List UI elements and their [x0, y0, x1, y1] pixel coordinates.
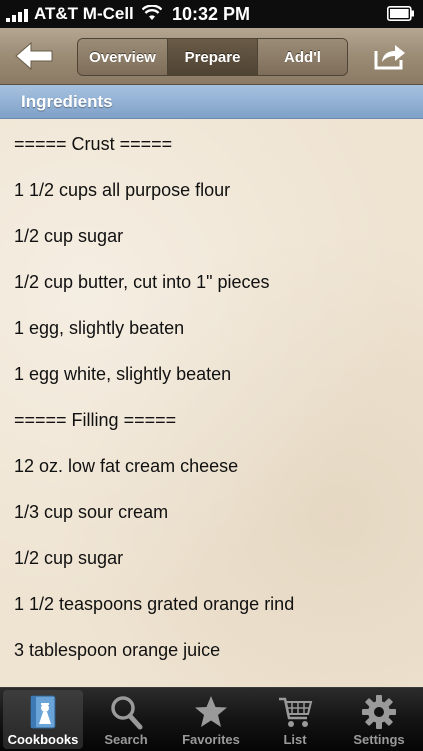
- shopping-cart-icon: [279, 697, 313, 727]
- status-bar: AT&T M-Cell 10:32 PM: [0, 0, 423, 28]
- list-item: 1 egg white, slightly beaten: [14, 364, 232, 384]
- tab-label: Favorites: [182, 732, 240, 747]
- segment-prepare[interactable]: Prepare: [167, 39, 257, 75]
- list-item: ===== Filling =====: [14, 410, 177, 430]
- tab-bar: Cookbooks Search Favorites List Settings: [0, 687, 423, 751]
- tab-label: Cookbooks: [7, 732, 79, 747]
- navigation-bar: Overview Prepare Add'l: [0, 28, 423, 85]
- list-item: 1 1/2 cups all purpose flour: [14, 180, 231, 200]
- status-time: 10:32 PM: [172, 4, 251, 24]
- tab-label: List: [283, 732, 307, 747]
- list-item: 1 egg, slightly beaten: [14, 318, 185, 338]
- back-arrow-icon[interactable]: [14, 41, 54, 71]
- list-item: 12 oz. low fat cream cheese: [14, 456, 239, 476]
- list-item: 1/3 cup sour cream: [14, 502, 169, 522]
- list-item: 3 tablespoon orange juice: [14, 640, 221, 660]
- cookbook-icon: [30, 695, 56, 729]
- carrier-name: AT&T M-Cell: [34, 4, 134, 23]
- gear-icon: [362, 695, 396, 729]
- battery-icon: [387, 6, 414, 21]
- star-icon: [195, 696, 227, 727]
- list-item: 1/2 cup sugar: [14, 548, 124, 568]
- segment-additional[interactable]: Add'l: [257, 39, 347, 75]
- list-item: ===== Crust =====: [14, 134, 173, 154]
- list-item: 1/2 cup sugar: [14, 226, 124, 246]
- section-header-ingredients: Ingredients: [0, 85, 423, 119]
- ingredients-list[interactable]: ===== Crust ===== 1 1/2 cups all purpose…: [0, 119, 423, 687]
- wifi-icon: [142, 5, 162, 20]
- tab-search[interactable]: Search: [86, 690, 166, 749]
- tab-label: Search: [104, 732, 148, 747]
- tab-label: Settings: [353, 732, 405, 747]
- segment-overview[interactable]: Overview: [78, 39, 167, 75]
- segmented-control: Overview Prepare Add'l: [77, 38, 348, 76]
- tab-favorites[interactable]: Favorites: [171, 690, 251, 749]
- signal-strength-icon: [6, 9, 28, 22]
- search-icon: [111, 696, 143, 730]
- list-item: 1/2 cup butter, cut into 1" pieces: [14, 272, 270, 292]
- tab-list[interactable]: List: [255, 690, 335, 749]
- tab-cookbooks[interactable]: Cookbooks: [3, 690, 83, 749]
- tab-settings[interactable]: Settings: [339, 690, 419, 749]
- list-item: 1 1/2 teaspoons grated orange rind: [14, 594, 295, 614]
- share-icon[interactable]: [373, 41, 407, 71]
